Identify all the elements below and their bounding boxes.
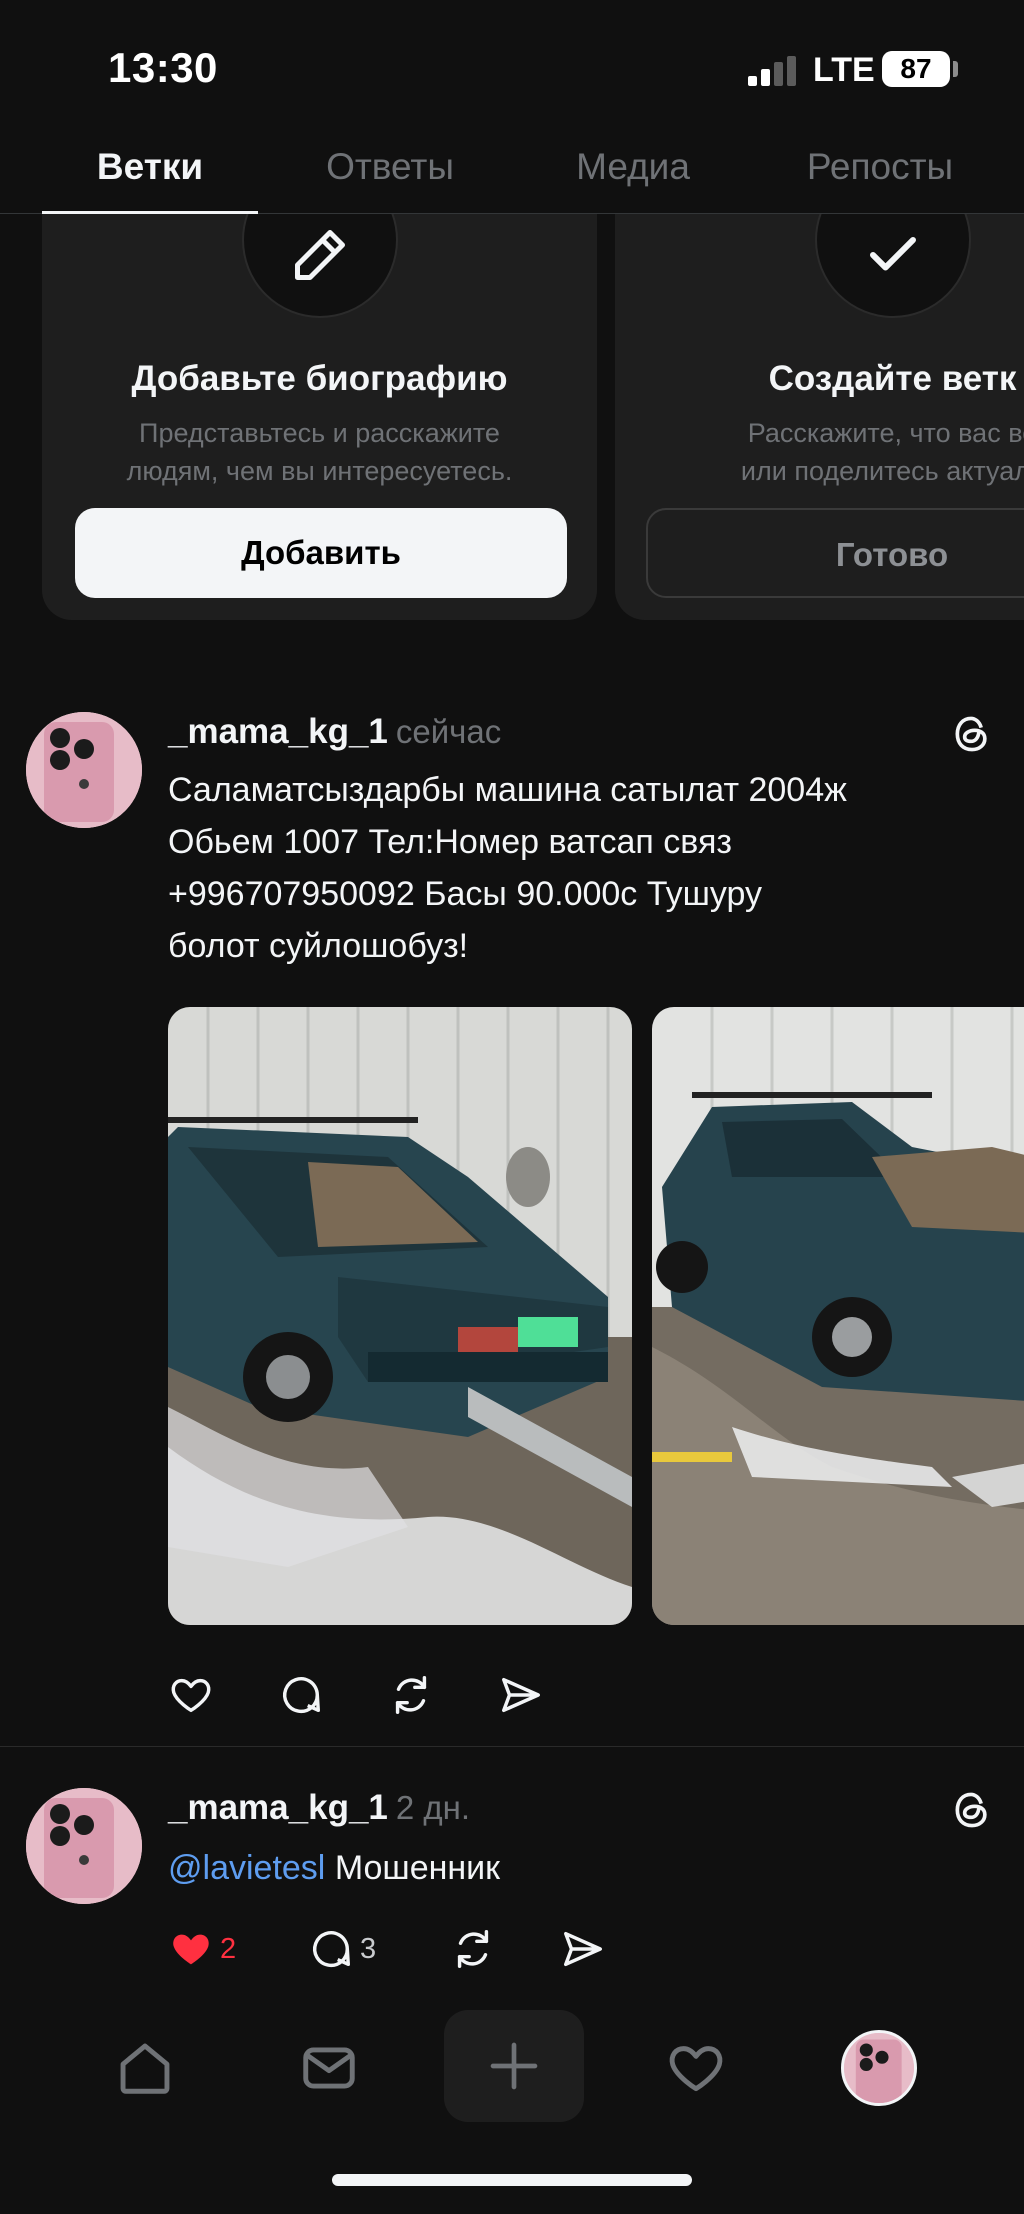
status-bar: 13:30 LTE 87	[0, 0, 1024, 130]
post-time: сейчас	[395, 713, 502, 750]
heart-filled-icon	[173, 1934, 209, 1965]
send-icon	[502, 1677, 540, 1713]
post-time: 2 дн.	[395, 1789, 471, 1826]
comment-icon	[283, 1677, 320, 1714]
share-button[interactable]	[498, 1670, 544, 1720]
share-button[interactable]	[560, 1924, 606, 1974]
username[interactable]: _mama_kg_1	[168, 712, 388, 751]
repost-icon	[395, 1676, 427, 1714]
tab-replies[interactable]: Ответы	[290, 146, 490, 188]
battery-icon: 87	[882, 51, 950, 87]
post-body: Мошенник	[334, 1849, 501, 1887]
create-post-button[interactable]	[444, 2010, 584, 2122]
post-text: Саламатсыздарбы машина сатылат 2004ж Обь…	[168, 771, 847, 965]
post-text: @lavietesl Мошенник	[168, 1842, 1008, 1894]
post-author[interactable]: _mama_kg_1 сейчас	[168, 712, 501, 752]
username[interactable]: _mama_kg_1	[168, 1788, 388, 1827]
heart-icon[interactable]	[648, 2020, 744, 2116]
card-title: Добавьте биографию	[131, 359, 508, 398]
card-add-bio: Добавьте биографию Представьтесь и расск…	[42, 214, 597, 620]
comment-icon	[313, 1931, 350, 1968]
battery-tip	[953, 61, 958, 77]
card-title: Создайте ветк	[768, 359, 1017, 398]
avatar[interactable]	[26, 1788, 142, 1904]
mention-link[interactable]: @lavietesl	[168, 1849, 325, 1887]
like-button[interactable]	[168, 1670, 214, 1720]
signal-icon	[748, 56, 800, 86]
card-description: Расскажите, что вас во или поделитесь ак…	[740, 418, 1024, 486]
add-bio-button[interactable]: Добавить	[75, 508, 567, 598]
home-icon[interactable]	[97, 2020, 193, 2116]
reply-button[interactable]: 3	[308, 1924, 376, 1974]
card-create-thread: Создайте ветк Расскажите, что вас во или…	[615, 214, 1024, 620]
tab-threads[interactable]: Ветки	[42, 146, 258, 188]
home-indicator	[332, 2174, 692, 2186]
inbox-icon[interactable]	[281, 2020, 377, 2116]
post-photos	[168, 1007, 1024, 1625]
repost-button[interactable]	[388, 1670, 434, 1720]
profile-setup-cards: Добавьте биографию Представьтесь и расск…	[0, 214, 1024, 630]
repost-button[interactable]	[450, 1924, 496, 1974]
card-description: Представьтесь и расскажите людям, чем вы…	[126, 418, 513, 486]
car-photo-rear[interactable]	[168, 1007, 632, 1625]
threads-icon[interactable]	[950, 712, 994, 756]
pencil-icon	[242, 214, 398, 318]
post-author[interactable]: _mama_kg_1 2 дн.	[168, 1788, 470, 1828]
plus-icon	[490, 2042, 538, 2090]
profile-tabs: Ветки Ответы Медиа Репосты	[0, 130, 1024, 214]
post-divider	[0, 1746, 1024, 1747]
checkmark-icon	[815, 214, 971, 318]
tab-media[interactable]: Медиа	[540, 146, 726, 188]
send-icon	[564, 1931, 602, 1967]
threads-icon[interactable]	[950, 1788, 994, 1832]
done-button[interactable]: Готово	[646, 508, 1024, 598]
tab-reposts[interactable]: Репосты	[770, 146, 990, 188]
status-time: 13:30	[108, 44, 218, 91]
heart-icon	[171, 1678, 211, 1713]
repost-icon	[457, 1930, 489, 1968]
car-photo-side[interactable]	[652, 1007, 1024, 1625]
like-button[interactable]: 2	[168, 1924, 236, 1974]
reply-count: 3	[360, 1932, 377, 1965]
reply-button[interactable]	[278, 1670, 324, 1720]
network-type: LTE	[813, 51, 875, 89]
profile-avatar[interactable]	[841, 2030, 917, 2106]
avatar[interactable]	[26, 712, 142, 828]
like-count: 2	[220, 1932, 237, 1965]
